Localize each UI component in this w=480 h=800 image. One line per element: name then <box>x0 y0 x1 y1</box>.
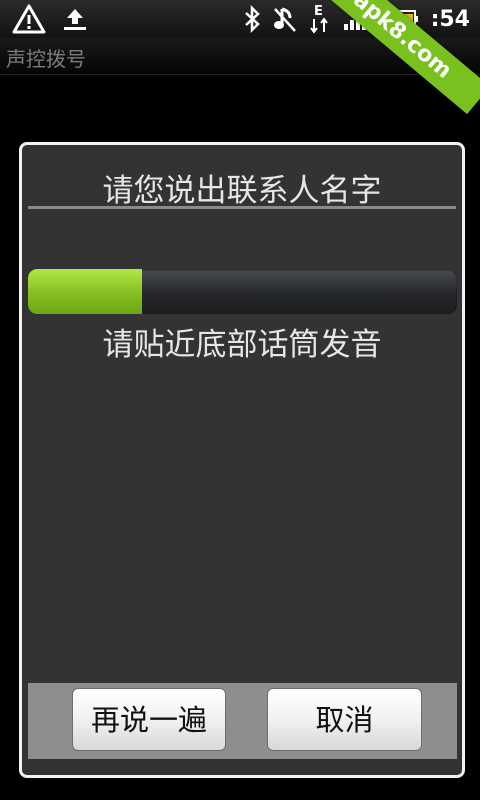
voice-level-progress <box>28 269 457 314</box>
retry-button[interactable]: 再说一遍 <box>72 688 226 751</box>
edge-data-icon: E <box>309 4 331 34</box>
dialog-title: 请您说出联系人名字 <box>102 173 382 209</box>
voice-level-fill <box>28 269 142 314</box>
warning-icon <box>12 4 46 34</box>
button-bar: 再说一遍 取消 <box>28 683 457 759</box>
upload-icon <box>62 6 88 32</box>
hint-text: 请贴近底部话筒发音 <box>102 327 382 363</box>
title-divider <box>28 206 456 209</box>
no-sound-icon <box>273 5 297 33</box>
bluetooth-icon <box>243 5 261 33</box>
clock-time: :54 <box>430 6 470 32</box>
svg-text:E: E <box>314 4 323 19</box>
cancel-button[interactable]: 取消 <box>267 688 422 751</box>
app-title: 声控拨号 <box>6 47 86 71</box>
voice-dial-dialog: 请您说出联系人名字 请贴近底部话筒发音 再说一遍 取消 <box>19 142 465 778</box>
